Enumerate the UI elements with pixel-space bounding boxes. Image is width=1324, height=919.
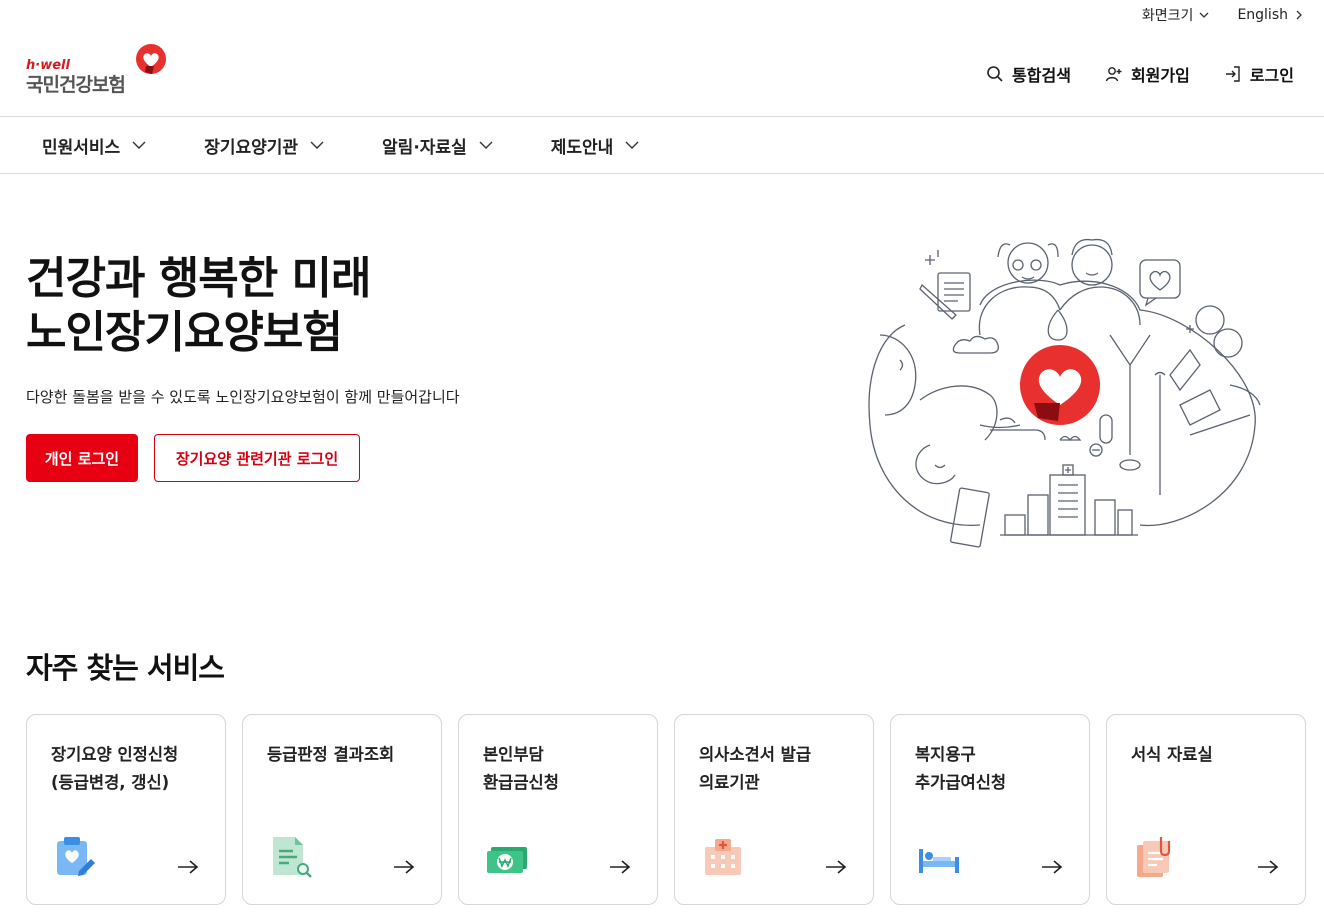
chevron-down-icon — [132, 141, 146, 149]
nav-label: 제도안내 — [550, 137, 614, 158]
card-label-line1: 등급판정 결과조회 — [267, 745, 395, 764]
nav-item-notice[interactable]: 알림·자료실 — [382, 133, 493, 158]
language-label: English — [1237, 7, 1288, 23]
nhis-logo[interactable]: h·well 국민건강보험 — [26, 44, 176, 96]
arrow-right-icon — [610, 860, 631, 874]
nav-item-system-guide[interactable]: 제도안내 — [551, 133, 640, 158]
chevron-down-icon — [479, 141, 493, 149]
nav-divider — [0, 173, 1324, 174]
arrow-right-icon — [826, 860, 847, 874]
card-label: 본인부담 환급금신청 — [483, 741, 559, 797]
header-actions: 통합검색 회원가입 로그인 — [986, 62, 1294, 86]
font-size-label: 화면크기 — [1141, 8, 1194, 24]
card-label-line2: 의료기관 — [699, 773, 760, 792]
arrow-right-icon — [1042, 860, 1063, 874]
chevron-right-icon — [1296, 10, 1302, 20]
institution-login-button[interactable]: 장기요양 관련기관 로그인 — [154, 434, 360, 482]
login-icon — [1225, 66, 1240, 82]
user-add-icon — [1105, 67, 1122, 82]
clipboard-heart-icon — [57, 837, 95, 876]
arrow-right-icon — [1258, 860, 1279, 874]
logo-name: 국민건강보험 — [26, 74, 126, 96]
font-size-toggle[interactable]: 화면크기 — [1142, 5, 1210, 25]
card-form-library[interactable]: 서식 자료실 — [1106, 714, 1306, 905]
card-label: 복지용구 추가급여신청 — [915, 741, 1006, 797]
hero-subtitle: 다양한 돌봄을 받을 수 있도록 노인장기요양보험이 함께 만들어갑니다 — [26, 388, 460, 406]
card-refund-application[interactable]: 본인부담 환급금신청 — [458, 714, 658, 905]
nav-item-civil-service[interactable]: 민원서비스 — [42, 133, 146, 158]
card-label: 서식 자료실 — [1131, 741, 1213, 769]
nav-label: 장기요양기관 — [204, 137, 299, 158]
search-label: 통합검색 — [1012, 66, 1071, 85]
arrow-right-icon — [178, 860, 199, 874]
hero-illustration — [868, 238, 1261, 548]
card-label-line1: 의사소견서 발급 — [699, 745, 812, 764]
main-nav: 민원서비스 장기요양기관 알림·자료실 제도안내 — [42, 117, 697, 173]
card-label-line1: 복지용구 — [915, 745, 976, 764]
card-care-application[interactable]: 장기요양 인정신청 (등급변경, 갱신) — [26, 714, 226, 905]
search-icon — [987, 66, 1003, 82]
chevron-down-icon — [1199, 12, 1209, 18]
language-link[interactable]: English — [1237, 7, 1304, 23]
card-grade-result[interactable]: 등급판정 결과조회 — [242, 714, 442, 905]
utility-bar: 화면크기 English — [1142, 0, 1324, 30]
card-label: 장기요양 인정신청 (등급변경, 갱신) — [51, 741, 178, 797]
bed-icon — [919, 849, 959, 873]
clipped-documents-icon — [1137, 837, 1171, 877]
signup-label: 회원가입 — [1130, 66, 1190, 85]
hero-title: 건강과 행복한 미래 노인장기요양보험 — [26, 252, 371, 360]
document-search-icon — [273, 837, 312, 878]
chevron-down-icon — [625, 141, 639, 149]
nav-label: 알림·자료실 — [382, 137, 467, 158]
service-cards: 장기요양 인정신청 (등급변경, 갱신) 등급판정 결과조회 본인부담 환급금신… — [26, 714, 1306, 905]
card-label-line1: 서식 자료실 — [1131, 745, 1213, 764]
chevron-down-icon — [310, 141, 324, 149]
card-label-line2: 추가급여신청 — [915, 773, 1007, 792]
card-label-line1: 본인부담 — [483, 745, 544, 764]
card-doctor-opinion[interactable]: 의사소견서 발급 의료기관 — [674, 714, 874, 905]
login-label: 로그인 — [1249, 66, 1294, 85]
search-button[interactable]: 통합검색 — [986, 62, 1071, 86]
card-welfare-equipment[interactable]: 복지용구 추가급여신청 — [890, 714, 1090, 905]
hero-title-line2: 노인장기요양보험 — [26, 307, 343, 358]
won-banknote-icon — [487, 847, 527, 873]
nav-item-care-institution[interactable]: 장기요양기관 — [204, 133, 324, 158]
hero-title-line1: 건강과 행복한 미래 — [26, 253, 371, 304]
card-label-line2: 환급금신청 — [483, 773, 559, 792]
heart-logo-icon — [136, 44, 166, 74]
login-button[interactable]: 로그인 — [1224, 62, 1294, 86]
nav-label: 민원서비스 — [42, 137, 121, 158]
card-label: 등급판정 결과조회 — [267, 741, 394, 769]
personal-login-button[interactable]: 개인 로그인 — [26, 434, 138, 482]
hospital-icon — [705, 839, 741, 875]
services-title: 자주 찾는 서비스 — [26, 651, 225, 685]
card-label-line1: 장기요양 인정신청 — [51, 745, 179, 764]
arrow-right-icon — [394, 860, 415, 874]
card-label-line2: (등급변경, 갱신) — [51, 773, 170, 792]
signup-button[interactable]: 회원가입 — [1105, 62, 1190, 86]
card-label: 의사소견서 발급 의료기관 — [699, 741, 811, 797]
